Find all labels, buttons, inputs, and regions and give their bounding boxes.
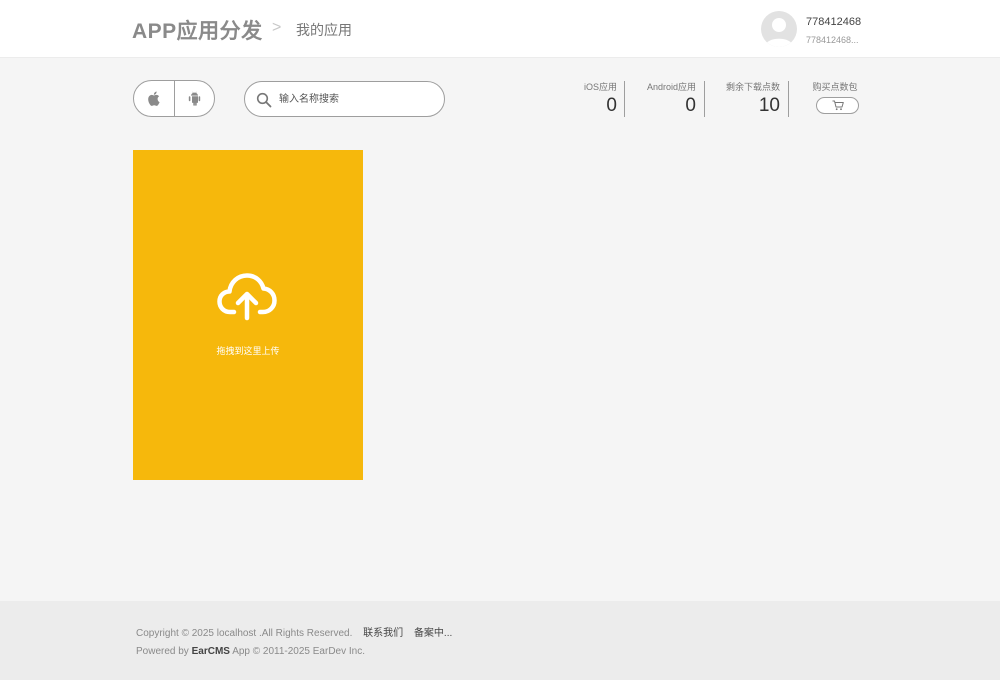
stat-value: 10 (758, 95, 780, 116)
stat-value: 0 (685, 95, 696, 116)
user-icon (765, 18, 793, 47)
stat-divider (704, 81, 705, 117)
buy-points: 购买点数包 (810, 81, 860, 114)
cloud-upload-icon (217, 273, 277, 321)
powered-brand: EarCMS (191, 646, 230, 657)
ios-filter-button[interactable] (134, 81, 174, 116)
user-subtitle: 778412468... (806, 35, 859, 45)
footer-copyright: Copyright © 2025 localhost .All Rights R… (136, 628, 353, 639)
contact-us-link[interactable]: 联系我们 (363, 628, 403, 639)
breadcrumb-separator: > (272, 19, 282, 36)
footer: Copyright © 2025 localhost .All Rights R… (0, 601, 1000, 680)
stat-label: 剩余下载点数 (725, 82, 780, 92)
stat-remaining-downloads: 剩余下载点数 10 (720, 81, 780, 117)
top-header: APP应用分发 > 我的应用 778412468 778412468... (0, 0, 1000, 58)
powered-prefix: Powered by (136, 646, 189, 657)
stat-android-apps: Android应用 0 (640, 81, 696, 117)
brand-title[interactable]: APP应用分发 (132, 15, 263, 45)
search-box (244, 81, 445, 117)
buy-label: 购买点数包 (812, 82, 858, 92)
stat-divider (788, 81, 789, 117)
breadcrumb-current-page: 我的应用 (296, 22, 352, 38)
stat-ios-apps: iOS应用 0 (572, 81, 617, 117)
stat-value: 0 (606, 95, 617, 116)
footer-powered-line: Powered by EarCMS App © 2011-2025 EarDev… (136, 646, 365, 657)
upload-hint: 拖拽到这里上传 (216, 346, 280, 356)
android-filter-button[interactable] (173, 81, 215, 116)
android-icon (188, 91, 200, 106)
powered-suffix: App © 2011-2025 EarDev Inc. (232, 646, 366, 657)
stat-divider (624, 81, 625, 117)
avatar[interactable] (761, 11, 797, 47)
footer-copyright-line: Copyright © 2025 localhost .All Rights R… (136, 624, 452, 639)
buy-points-button[interactable] (816, 97, 859, 114)
upload-dropzone[interactable]: 拖拽到这里上传 (133, 150, 363, 480)
stat-label: Android应用 (646, 82, 696, 92)
search-input[interactable] (279, 88, 434, 110)
apple-icon (148, 91, 160, 106)
platform-filter (133, 80, 215, 117)
search-icon (256, 92, 272, 108)
stat-label: iOS应用 (583, 82, 617, 92)
user-name[interactable]: 778412468 (806, 16, 861, 28)
icp-link[interactable]: 备案中... (414, 628, 452, 639)
cart-icon (832, 100, 844, 111)
